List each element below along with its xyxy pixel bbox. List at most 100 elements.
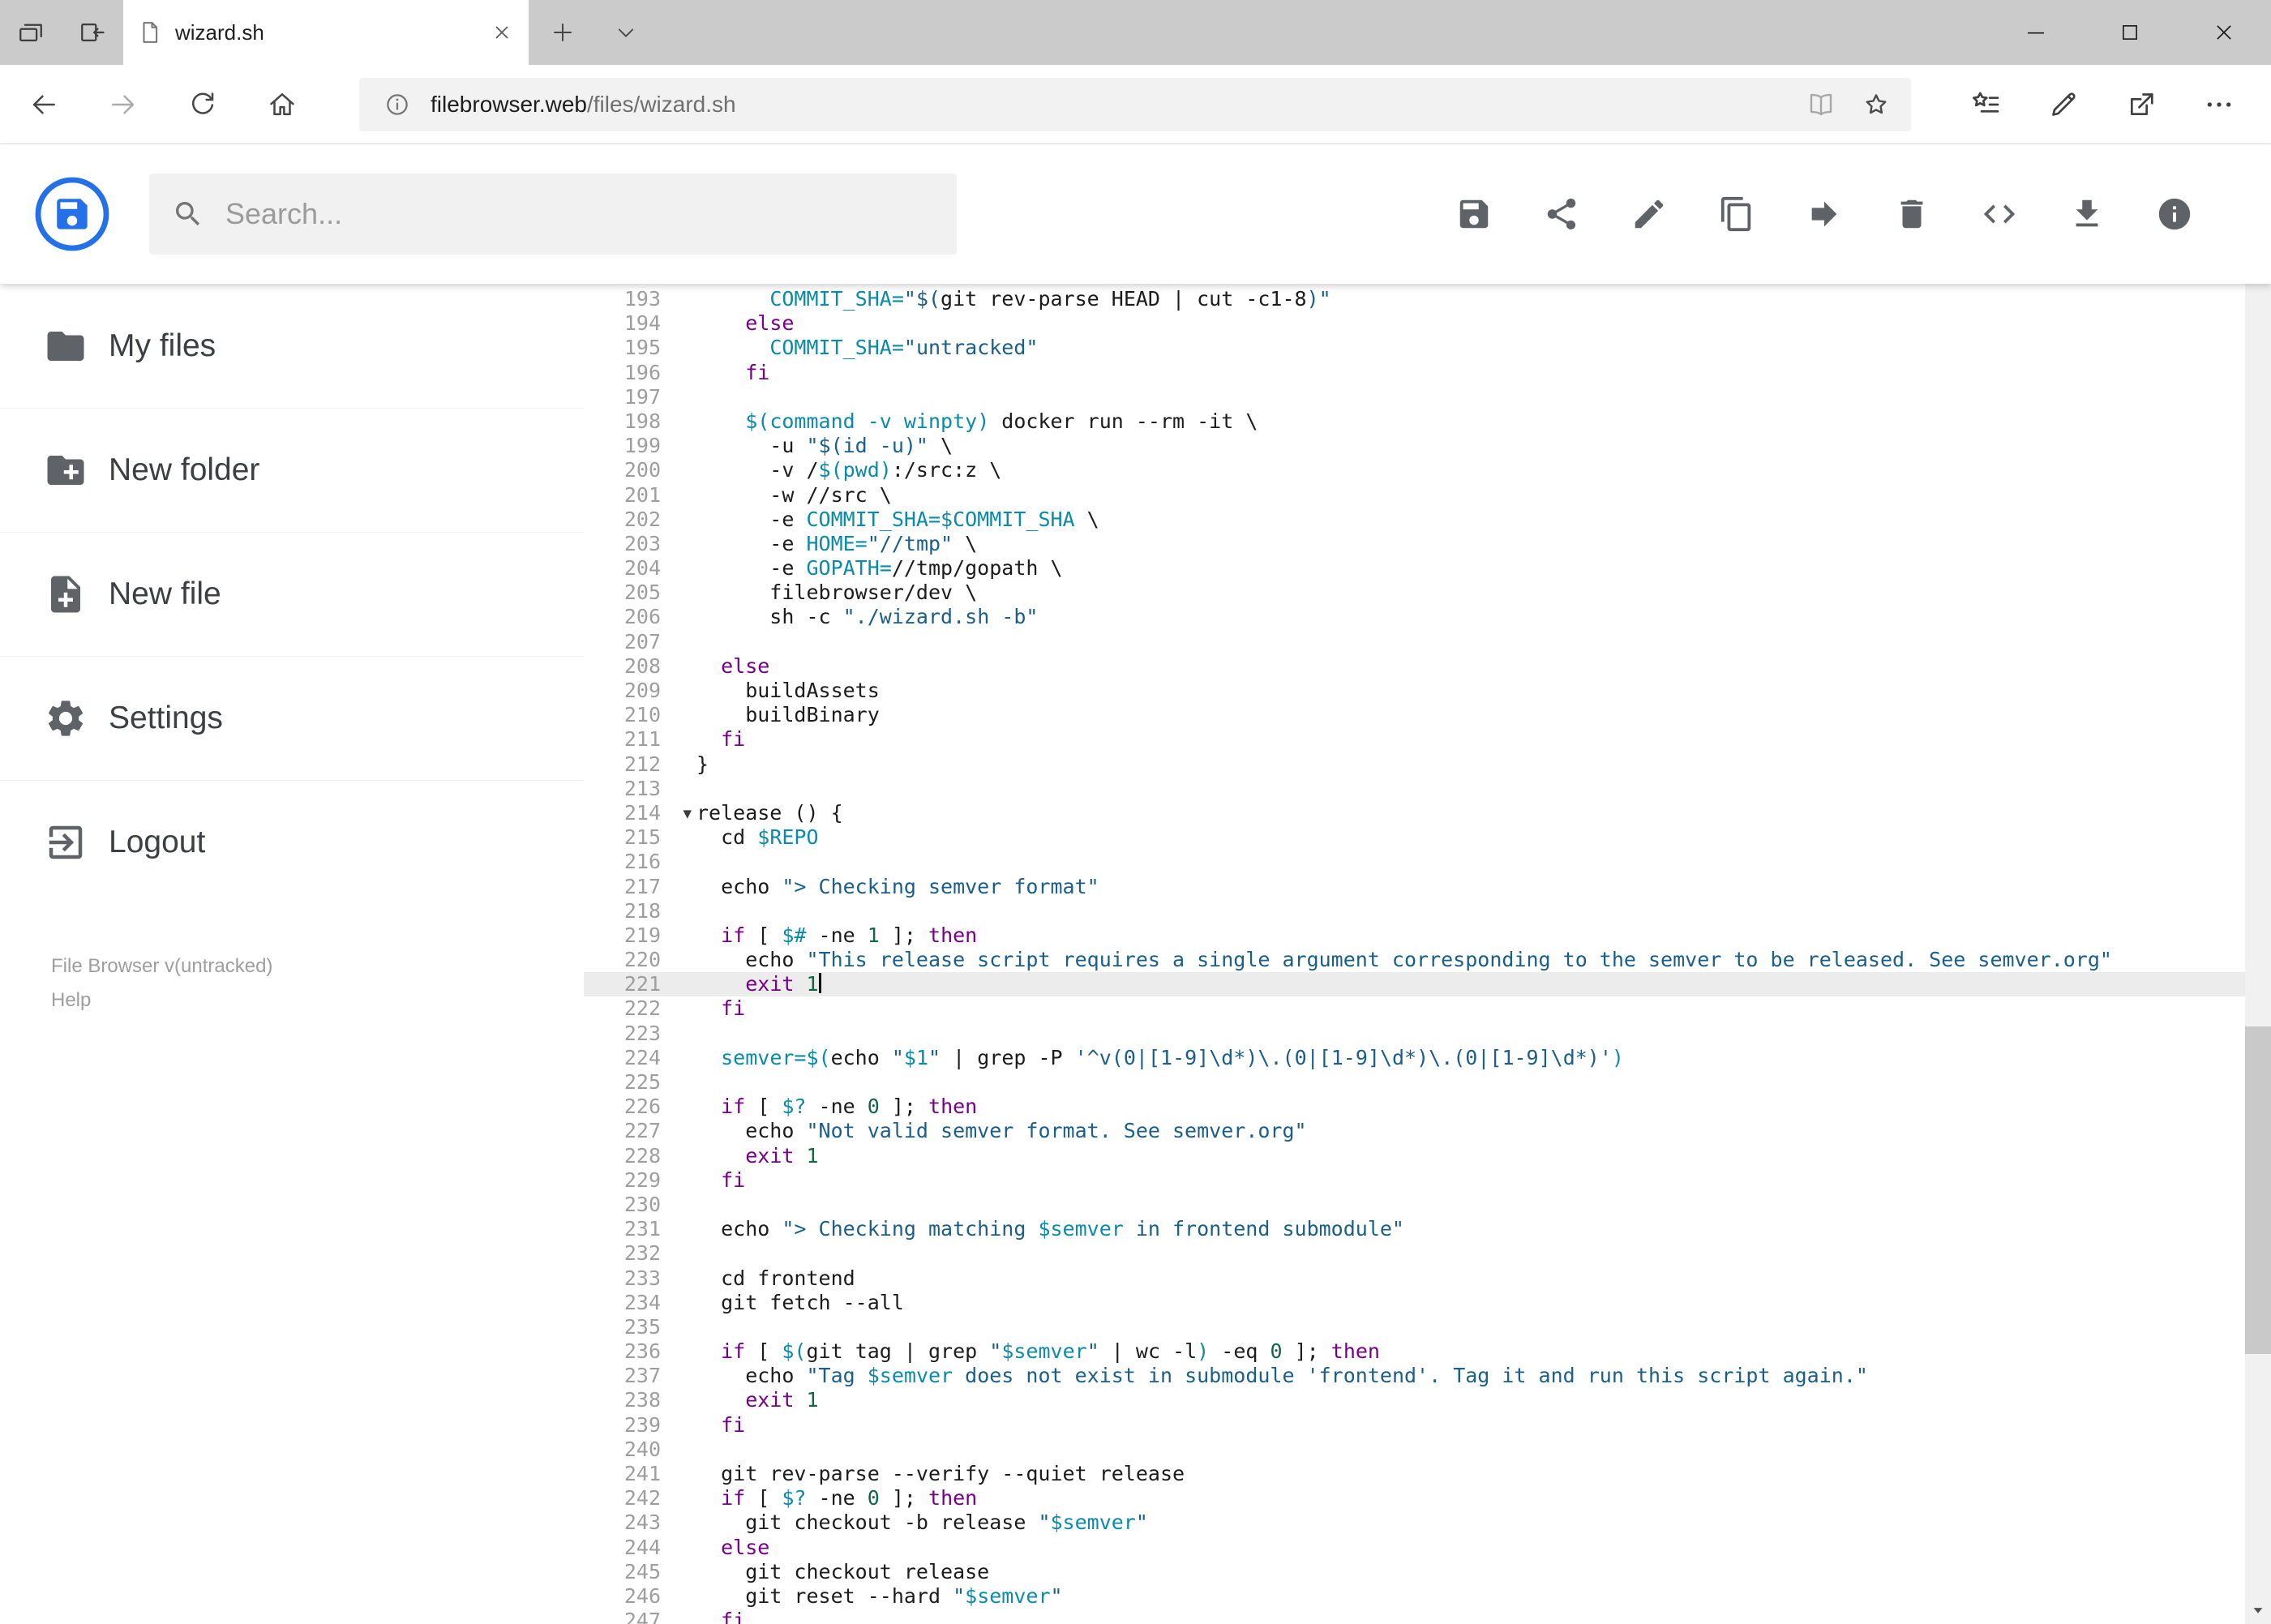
- code-line[interactable]: 231 echo "> Checking matching $semver in…: [584, 1217, 2245, 1241]
- code-line[interactable]: 241 git rev-parse --verify --quiet relea…: [584, 1462, 2245, 1486]
- code-view-button[interactable]: [1981, 195, 2018, 233]
- scrollbar-thumb[interactable]: [2245, 1026, 2271, 1354]
- code-line[interactable]: 201 -w //src \: [584, 483, 2245, 508]
- code-line[interactable]: 196 fi: [584, 361, 2245, 385]
- code-line[interactable]: 205 filebrowser/dev \: [584, 581, 2245, 605]
- code-line[interactable]: 221 exit 1: [584, 972, 2245, 997]
- code-line[interactable]: 215 cd $REPO: [584, 825, 2245, 850]
- code-line[interactable]: 226 if [ $? -ne 0 ]; then: [584, 1095, 2245, 1119]
- share-icon[interactable]: [2102, 65, 2180, 144]
- code-line[interactable]: 225: [584, 1070, 2245, 1095]
- fold-arrow-icon[interactable]: ▾: [683, 801, 692, 825]
- code-line[interactable]: 198 $(command -v winpty) docker run --rm…: [584, 409, 2245, 434]
- sidebar-item-my-files[interactable]: My files: [0, 284, 584, 408]
- scrollbar-down-arrow-icon[interactable]: [2245, 1596, 2271, 1624]
- code-line[interactable]: 214 ▾ release () {: [584, 801, 2245, 825]
- code-line[interactable]: 245 git checkout release: [584, 1560, 2245, 1584]
- home-icon[interactable]: [242, 65, 322, 144]
- code-line[interactable]: 223: [584, 1022, 2245, 1046]
- code-line[interactable]: 194 else: [584, 311, 2245, 336]
- code-line[interactable]: 212}: [584, 752, 2245, 777]
- search-input[interactable]: [225, 197, 934, 231]
- code-line[interactable]: 200 -v /$(pwd):/src:z \: [584, 458, 2245, 482]
- web-note-pen-icon[interactable]: [2025, 65, 2102, 144]
- page-scrollbar[interactable]: [2245, 144, 2271, 1624]
- code-line[interactable]: 222 fi: [584, 996, 2245, 1021]
- code-line[interactable]: 227 echo "Not valid semver format. See s…: [584, 1119, 2245, 1143]
- sidebar-item-settings[interactable]: Settings: [0, 656, 584, 780]
- back-icon[interactable]: [4, 65, 84, 144]
- move-button[interactable]: [1806, 195, 1843, 233]
- add-favorite-star-icon[interactable]: [1854, 83, 1898, 126]
- code-line[interactable]: 228 exit 1: [584, 1144, 2245, 1168]
- browser-tab[interactable]: wizard.sh: [123, 0, 529, 65]
- sidebar-item-logout[interactable]: Logout: [0, 780, 584, 904]
- sidebar-item-new-file[interactable]: New file: [0, 532, 584, 656]
- code-line[interactable]: 213: [584, 777, 2245, 801]
- code-line[interactable]: 242 if [ $? -ne 0 ]; then: [584, 1486, 2245, 1510]
- code-line[interactable]: 244 else: [584, 1536, 2245, 1560]
- sidebar-item-new-folder[interactable]: New folder: [0, 408, 584, 532]
- code-line[interactable]: 240: [584, 1438, 2245, 1462]
- code-line[interactable]: 234 git fetch --all: [584, 1291, 2245, 1315]
- save-button[interactable]: [1455, 195, 1493, 233]
- code-line[interactable]: 199 -u "$(id -u)" \: [584, 434, 2245, 458]
- more-options-icon[interactable]: [2180, 65, 2258, 144]
- line-number: 231: [623, 1217, 661, 1241]
- code-line[interactable]: 207: [584, 630, 2245, 654]
- code-line[interactable]: 203 -e HOME="//tmp" \: [584, 532, 2245, 556]
- code-line[interactable]: 204 -e GOPATH=//tmp/gopath \: [584, 556, 2245, 581]
- hub-favorites-icon[interactable]: [1947, 65, 2025, 144]
- code-line[interactable]: 219 if [ $# -ne 1 ]; then: [584, 923, 2245, 948]
- code-line[interactable]: 232: [584, 1241, 2245, 1266]
- copy-button[interactable]: [1718, 195, 1755, 233]
- code-line[interactable]: 247 fi: [584, 1609, 2245, 1624]
- address-bar[interactable]: filebrowser.web/files/wizard.sh: [359, 77, 1911, 131]
- code-line[interactable]: 230: [584, 1193, 2245, 1217]
- tab-preview-chevron-icon[interactable]: [597, 0, 655, 65]
- delete-button[interactable]: [1893, 195, 1930, 233]
- code-line[interactable]: 216: [584, 850, 2245, 874]
- code-line[interactable]: 238 exit 1: [584, 1388, 2245, 1412]
- code-editor[interactable]: 193 COMMIT_SHA="$(git rev-parse HEAD | c…: [584, 284, 2245, 1624]
- minimize-button[interactable]: [1989, 0, 2083, 65]
- edit-button[interactable]: [1630, 195, 1668, 233]
- code-line[interactable]: 229 fi: [584, 1168, 2245, 1193]
- code-line[interactable]: 235: [584, 1315, 2245, 1339]
- code-line[interactable]: 193 COMMIT_SHA="$(git rev-parse HEAD | c…: [584, 287, 2245, 311]
- code-line[interactable]: 218: [584, 899, 2245, 923]
- filebrowser-logo[interactable]: [33, 175, 111, 253]
- code-line[interactable]: 243 git checkout -b release "$semver": [584, 1510, 2245, 1535]
- info-button[interactable]: [2156, 195, 2193, 233]
- close-button[interactable]: [2177, 0, 2271, 65]
- code-line[interactable]: 210 buildBinary: [584, 703, 2245, 727]
- code-line[interactable]: 209 buildAssets: [584, 679, 2245, 703]
- code-line[interactable]: 202 -e COMMIT_SHA=$COMMIT_SHA \: [584, 508, 2245, 532]
- reading-view-icon[interactable]: [1799, 83, 1843, 126]
- code-line[interactable]: 217 echo "> Checking semver format": [584, 875, 2245, 899]
- site-info-icon[interactable]: [375, 83, 419, 126]
- tab-close-icon[interactable]: [486, 17, 517, 48]
- code-line[interactable]: 246 git reset --hard "$semver": [584, 1584, 2245, 1609]
- share-button[interactable]: [1543, 195, 1580, 233]
- code-line[interactable]: 211 fi: [584, 727, 2245, 752]
- search-box[interactable]: [149, 174, 957, 255]
- tabs-set-aside-icon[interactable]: [0, 0, 62, 65]
- code-line[interactable]: 195 COMMIT_SHA="untracked": [584, 336, 2245, 360]
- set-tabs-aside-icon[interactable]: [62, 0, 123, 65]
- code-line[interactable]: 237 echo "Tag $semver does not exist in …: [584, 1364, 2245, 1388]
- code-line[interactable]: 220 echo "This release script requires a…: [584, 948, 2245, 972]
- code-line[interactable]: 206 sh -c "./wizard.sh -b": [584, 605, 2245, 629]
- code-line[interactable]: 197: [584, 385, 2245, 409]
- code-line[interactable]: 233 cd frontend: [584, 1266, 2245, 1291]
- refresh-icon[interactable]: [163, 65, 242, 144]
- code-line[interactable]: 239 fi: [584, 1413, 2245, 1438]
- code-line[interactable]: 224 semver=$(echo "$1" | grep -P '^v(0|[…: [584, 1046, 2245, 1070]
- new-tab-button[interactable]: [529, 0, 597, 65]
- download-button[interactable]: [2068, 195, 2106, 233]
- maximize-button[interactable]: [2083, 0, 2177, 65]
- code-line[interactable]: 208 else: [584, 654, 2245, 679]
- code-line[interactable]: 236 if [ $(git tag | grep "$semver" | wc…: [584, 1339, 2245, 1364]
- forward-icon[interactable]: [84, 65, 163, 144]
- help-link[interactable]: Help: [51, 989, 272, 1012]
